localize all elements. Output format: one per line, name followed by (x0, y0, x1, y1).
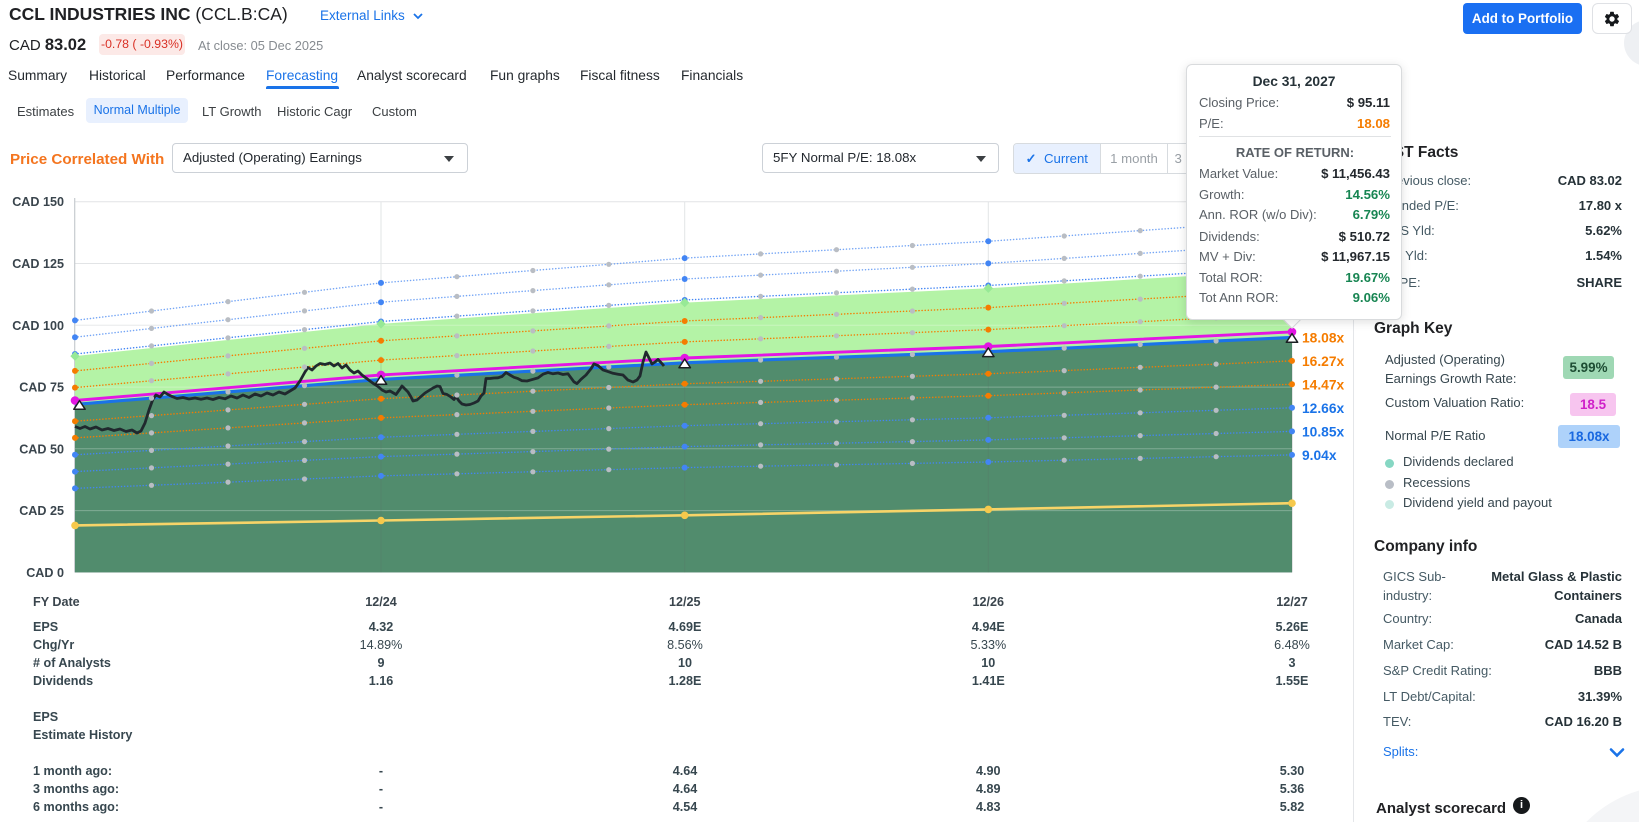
svg-text:CAD 50: CAD 50 (19, 442, 64, 456)
svg-text:CAD 25: CAD 25 (19, 504, 64, 518)
svg-text:CAD 125: CAD 125 (12, 257, 64, 271)
svg-text:12.66x: 12.66x (1302, 401, 1345, 416)
svg-text:CAD 0: CAD 0 (26, 566, 64, 580)
svg-text:CAD 75: CAD 75 (19, 381, 64, 395)
svg-text:9.04x: 9.04x (1302, 448, 1337, 463)
svg-text:FY Date: FY Date (33, 595, 80, 609)
svg-text:10.85x: 10.85x (1302, 424, 1345, 439)
svg-text:12/26: 12/26 (973, 595, 1005, 609)
svg-text:16.27x: 16.27x (1302, 354, 1345, 369)
svg-text:12/27: 12/27 (1276, 595, 1308, 609)
svg-text:12/25: 12/25 (669, 595, 701, 609)
svg-text:14.47x: 14.47x (1302, 377, 1345, 392)
svg-text:CAD 100: CAD 100 (12, 319, 64, 333)
svg-text:12/24: 12/24 (365, 595, 397, 609)
svg-text:CAD 150: CAD 150 (12, 195, 64, 209)
svg-text:18.08x: 18.08x (1302, 330, 1345, 345)
